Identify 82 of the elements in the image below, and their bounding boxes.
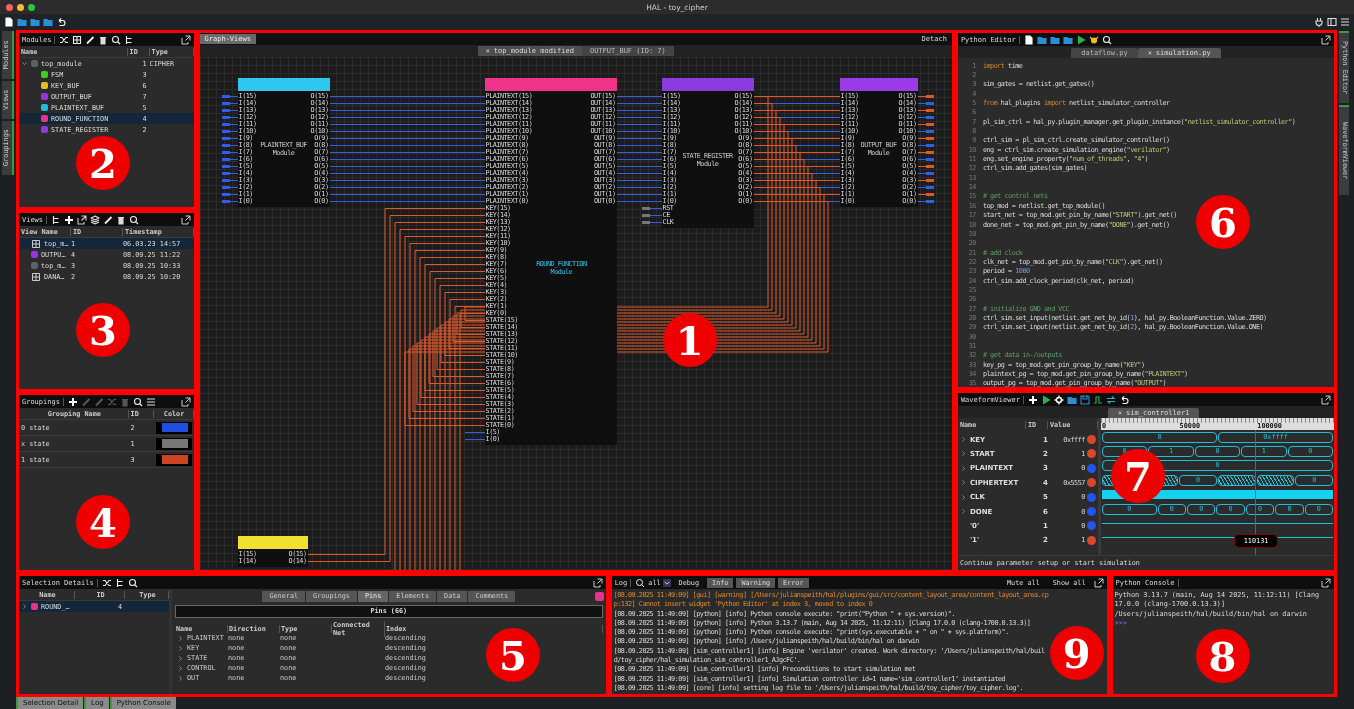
callout-number: 4 xyxy=(75,495,130,549)
chevron-right-icon[interactable] xyxy=(176,644,184,652)
detach-icon[interactable] xyxy=(180,34,191,45)
value-dot[interactable] xyxy=(1086,492,1096,502)
layers-icon[interactable] xyxy=(90,214,101,225)
plus-icon[interactable] xyxy=(1027,394,1038,405)
close-button[interactable] xyxy=(6,3,13,11)
color-swatch[interactable] xyxy=(161,455,188,464)
value-dot[interactable] xyxy=(1086,535,1096,545)
chevron-right-icon[interactable] xyxy=(176,674,184,682)
callout-number: 3 xyxy=(75,303,130,357)
search-icon[interactable] xyxy=(1101,34,1112,45)
chevron-right-icon[interactable] xyxy=(20,603,28,610)
value-dot[interactable] xyxy=(1086,507,1096,517)
plus-icon[interactable] xyxy=(67,396,78,407)
time-cursor[interactable] xyxy=(1254,430,1256,555)
detach-icon[interactable] xyxy=(592,577,603,588)
search-icon[interactable] xyxy=(111,34,122,45)
waveform-icon[interactable] xyxy=(1092,394,1103,405)
value-dot[interactable] xyxy=(1086,521,1096,531)
layout-icon[interactable] xyxy=(1327,17,1337,27)
chevron-down-icon[interactable] xyxy=(20,60,28,67)
search-icon[interactable] xyxy=(635,577,646,588)
tree-icon[interactable] xyxy=(114,577,125,588)
value-dot[interactable] xyxy=(1086,449,1096,459)
color-swatch[interactable] xyxy=(161,439,188,448)
tree-icon[interactable] xyxy=(51,214,62,225)
search-icon[interactable] xyxy=(129,214,140,225)
undo-icon[interactable] xyxy=(56,17,66,27)
crossed-arrows-icon[interactable] xyxy=(59,34,70,45)
search-icon[interactable] xyxy=(132,396,143,407)
search-icon[interactable] xyxy=(127,577,138,588)
module-node[interactable] xyxy=(661,78,754,228)
detach-icon[interactable] xyxy=(1093,577,1104,588)
crossed-arrows-icon[interactable] xyxy=(101,577,112,588)
detach-icon[interactable] xyxy=(77,214,88,225)
callout-number: 9 xyxy=(1049,626,1104,680)
settings-icon[interactable] xyxy=(1053,394,1064,405)
swap-icon[interactable] xyxy=(1105,394,1116,405)
tree-icon[interactable] xyxy=(124,34,135,45)
pencil-icon[interactable] xyxy=(103,214,114,225)
value-dot[interactable] xyxy=(1086,478,1096,488)
chevron-right-icon[interactable] xyxy=(959,493,967,501)
chevron-right-icon[interactable] xyxy=(959,436,967,444)
new-file-icon[interactable] xyxy=(4,17,14,27)
callout-number: 2 xyxy=(75,136,130,190)
detach-icon[interactable] xyxy=(1321,577,1332,588)
callout-number: 8 xyxy=(1195,629,1250,683)
minimize-button[interactable] xyxy=(17,3,24,11)
save-icon[interactable] xyxy=(1079,394,1090,405)
chevron-right-icon[interactable] xyxy=(959,479,967,487)
module-node[interactable] xyxy=(484,78,617,445)
detach-icon[interactable] xyxy=(1321,394,1332,405)
maximize-button[interactable] xyxy=(28,3,35,11)
detach-icon[interactable] xyxy=(1321,34,1332,45)
list-icon[interactable] xyxy=(145,396,156,407)
grid-icon xyxy=(30,271,41,282)
value-dot[interactable] xyxy=(1086,463,1096,473)
chevron-right-icon[interactable] xyxy=(959,464,967,472)
pencil-icon[interactable] xyxy=(85,34,96,45)
plus-icon[interactable] xyxy=(64,214,75,225)
detach-icon[interactable] xyxy=(180,214,191,225)
transition-burst xyxy=(1256,474,1295,486)
value-dot[interactable] xyxy=(1086,435,1096,445)
chevron-right-icon[interactable] xyxy=(959,508,967,516)
chevron-right-icon[interactable] xyxy=(959,450,967,458)
grid-icon xyxy=(30,238,41,249)
module-icon xyxy=(594,592,604,601)
chevron-right-icon[interactable] xyxy=(176,654,184,662)
plug-icon[interactable] xyxy=(1314,17,1324,27)
grid-icon[interactable] xyxy=(72,34,83,45)
detach-icon[interactable] xyxy=(180,396,191,407)
callout-number: 5 xyxy=(485,628,540,682)
bug-icon[interactable] xyxy=(1088,34,1099,45)
trash-icon[interactable] xyxy=(116,214,127,225)
chevron-down-icon xyxy=(662,578,671,587)
chevron-right-icon[interactable] xyxy=(176,664,184,672)
trash-icon[interactable] xyxy=(98,34,109,45)
list-icon[interactable] xyxy=(1340,17,1350,27)
chevron-right-icon[interactable] xyxy=(176,634,184,642)
color-swatch[interactable] xyxy=(161,423,188,432)
transition-burst xyxy=(1217,474,1256,486)
